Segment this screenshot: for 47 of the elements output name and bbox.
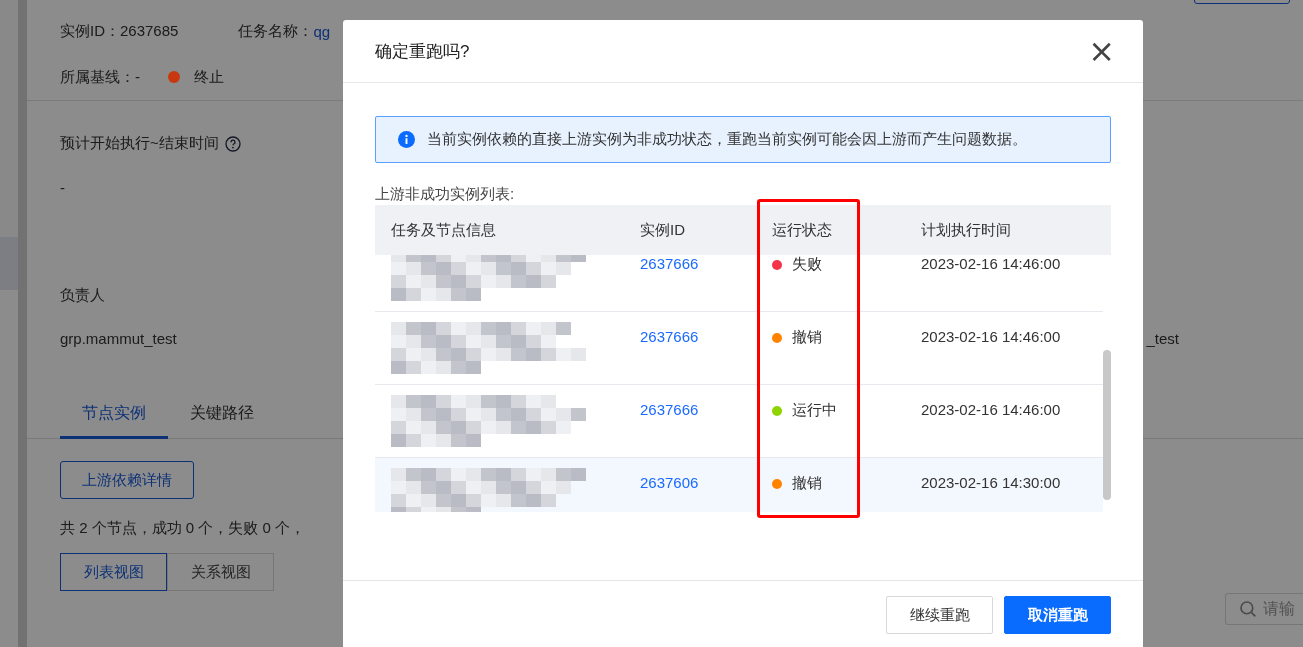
status-text: 撤销 xyxy=(792,328,822,347)
owner-value: grp.mammut_test xyxy=(60,330,177,347)
time-label: 预计开始执行~结束时间 xyxy=(60,134,219,153)
list-label: 上游非成功实例列表: xyxy=(375,185,516,204)
scrollbar[interactable] xyxy=(1103,350,1111,500)
alert-text: 当前实例依赖的直接上游实例为非成功状态，重跑当前实例可能会因上游而产生问题数据。 xyxy=(427,130,1027,149)
tab[interactable]: 节点实例 xyxy=(60,403,168,439)
owner-label: 负责人 xyxy=(60,286,105,305)
view-toggle[interactable]: 列表视图 xyxy=(60,553,167,591)
planned-time: 2023-02-16 14:46:00 xyxy=(921,328,1061,345)
upstream-details-button[interactable]: 上游依赖详情 xyxy=(60,461,194,499)
table-row[interactable]: 2637666 运行中 2023-02-16 14:46:00 xyxy=(375,385,1103,458)
time-value: - xyxy=(60,179,65,196)
instance-id-link[interactable]: 2637666 xyxy=(640,255,699,272)
baseline-text: 所属基线：- xyxy=(60,67,140,87)
cancel-rerun-button[interactable]: 取消重跑 xyxy=(1004,596,1111,634)
info-icon xyxy=(398,131,415,148)
instance-id-link[interactable]: 2637606 xyxy=(640,474,699,491)
column-header: 运行状态 xyxy=(771,220,833,240)
instance-id-text: 实例ID：2637685 xyxy=(60,21,179,41)
table-row[interactable]: 2637666 撤销 2023-02-16 14:46:00 xyxy=(375,312,1103,385)
status-text: 运行中 xyxy=(792,401,837,420)
status-text: 失败 xyxy=(792,255,822,274)
instance-id-link[interactable]: 2637666 xyxy=(640,328,699,345)
table-row[interactable]: 2637606 撤销 2023-02-16 14:30:00 xyxy=(375,458,1103,512)
close-button[interactable]: × xyxy=(1082,35,1121,67)
search-icon xyxy=(1239,600,1257,618)
status-text: 撤销 xyxy=(792,474,822,493)
instance-id-link[interactable]: 2637666 xyxy=(640,401,699,418)
task-name-label: 任务名称： xyxy=(238,21,314,41)
task-name-link[interactable]: qg xyxy=(313,22,331,40)
column-header: 任务及节点信息 xyxy=(390,220,497,240)
sidebar-item[interactable] xyxy=(0,237,18,290)
column-header: 实例ID xyxy=(639,220,686,240)
planned-time: 2023-02-16 14:30:00 xyxy=(921,474,1061,491)
summary-text: 共 2 个节点，成功 0 个，失败 0 个， xyxy=(60,519,306,538)
table-row[interactable]: 2637666 失败 2023-02-16 14:46:00 xyxy=(375,255,1103,312)
planned-time: 2023-02-16 14:46:00 xyxy=(921,401,1061,418)
view-toggle[interactable]: 关系视图 xyxy=(167,553,274,591)
dialog-title: 确定重跑吗? xyxy=(375,40,470,63)
planned-time: 2023-02-16 14:46:00 xyxy=(921,255,1061,272)
tab[interactable]: 关键路径 xyxy=(168,403,276,439)
help-icon[interactable] xyxy=(224,135,241,152)
field-value: _test xyxy=(1146,330,1179,347)
status-text: 终止 xyxy=(194,67,224,87)
continue-rerun-button[interactable]: 继续重跑 xyxy=(886,596,993,634)
column-header: 计划执行时间 xyxy=(920,220,1012,240)
